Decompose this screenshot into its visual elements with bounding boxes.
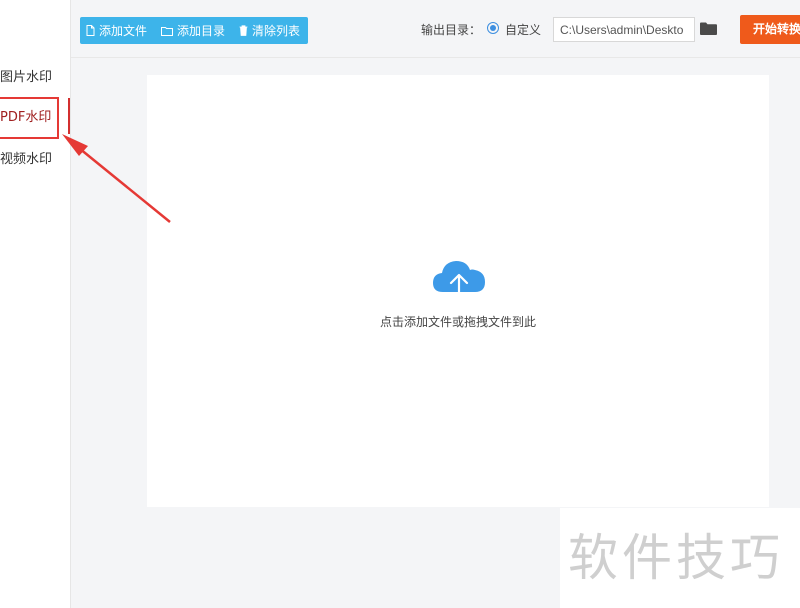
toolbar-divider [71,57,800,58]
file-drop-zone[interactable]: 点击添加文件或拖拽文件到此 [147,75,769,507]
add-file-label: 添加文件 [99,24,148,38]
toolbar: 添加文件 添加目录 清除列表 输出目录： 自定义 开始转换 [71,0,800,58]
watermark-text: 软件技巧 [568,529,784,587]
custom-radio-label: 自定义 [505,23,542,37]
sidebar-item-image-watermark[interactable]: 图片水印 [0,58,52,98]
add-directory-label: 添加目录 [177,24,226,38]
file-button-group: 添加文件 添加目录 清除列表 [80,17,309,44]
clear-list-label: 清除列表 [252,24,301,38]
file-icon [86,25,95,36]
folder-icon[interactable] [700,22,717,35]
drop-zone-hint: 点击添加文件或拖拽文件到此 [379,315,536,329]
active-indicator [68,98,70,134]
custom-radio[interactable] [487,22,499,34]
sidebar-item-label: 视频水印 [0,152,53,167]
clear-list-button[interactable]: 清除列表 [239,22,300,39]
sidebar-item-video-watermark[interactable]: 视频水印 [0,140,52,180]
sidebar-item-label: 图片水印 [0,70,53,85]
trash-icon [239,25,248,36]
sidebar: 图片水印 PDF水印 视频水印 [0,0,71,608]
add-directory-button[interactable]: 添加目录 [161,22,225,39]
output-path-input[interactable] [553,17,695,42]
folder-outline-icon [161,26,174,36]
watermark-overlay: 软件技巧 [560,508,800,608]
annotation-highlight-box [0,97,59,139]
start-convert-button[interactable]: 开始转换 [740,15,800,44]
cloud-upload-icon [433,261,485,302]
output-directory-label: 输出目录： [421,23,482,37]
add-file-button[interactable]: 添加文件 [86,22,147,39]
